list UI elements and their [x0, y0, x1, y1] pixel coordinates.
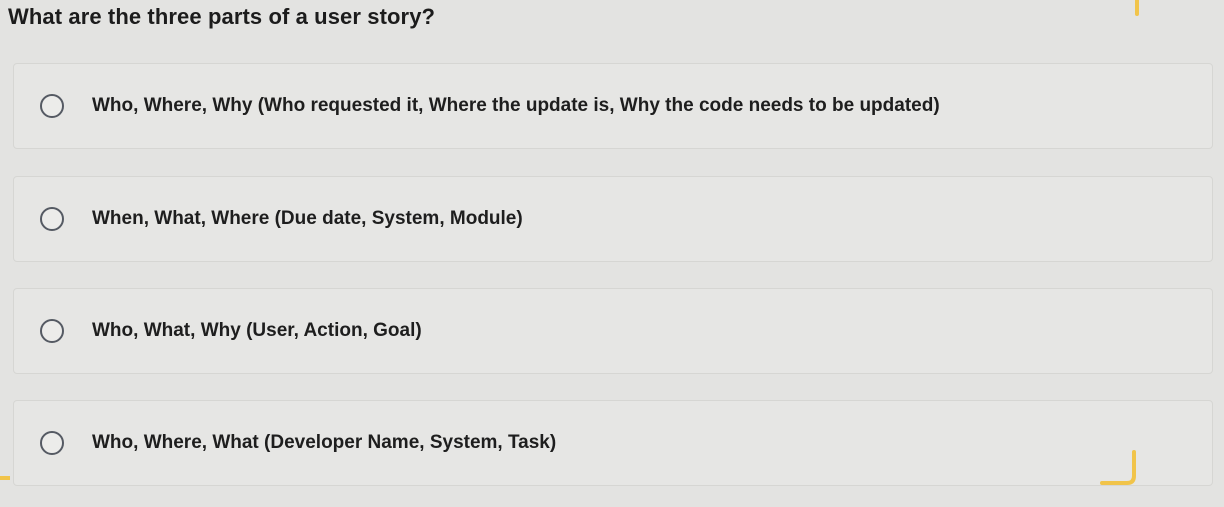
answer-option-3[interactable]: Who, What, Why (User, Action, Goal)	[13, 288, 1213, 374]
answer-option-label: Who, Where, What (Developer Name, System…	[92, 432, 557, 453]
answer-option-1[interactable]: Who, Where, Why (Who requested it, Where…	[13, 63, 1213, 149]
answer-option-4[interactable]: Who, Where, What (Developer Name, System…	[13, 400, 1213, 486]
radio-button[interactable]	[40, 431, 64, 455]
highlight-mark-left	[0, 476, 10, 480]
highlight-corner-mark	[1100, 450, 1136, 485]
question-text: What are the three parts of a user story…	[8, 4, 436, 29]
highlight-mark-top	[1135, 0, 1139, 16]
radio-button[interactable]	[40, 207, 64, 231]
answer-option-label: Who, Where, Why (Who requested it, Where…	[92, 95, 940, 116]
radio-button[interactable]	[40, 94, 64, 118]
answer-option-2[interactable]: When, What, Where (Due date, System, Mod…	[13, 176, 1213, 262]
answer-option-label: Who, What, Why (User, Action, Goal)	[92, 320, 422, 341]
answer-option-label: When, What, Where (Due date, System, Mod…	[92, 208, 523, 229]
radio-button[interactable]	[40, 319, 64, 343]
